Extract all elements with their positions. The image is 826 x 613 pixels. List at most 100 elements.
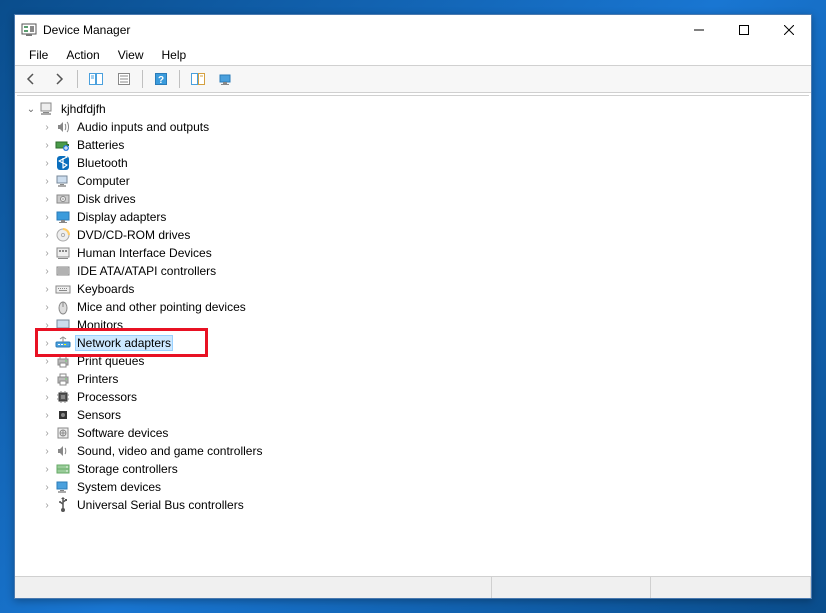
collapse-icon[interactable]: ⌄ — [23, 104, 39, 115]
tree-item-label: Disk drives — [75, 192, 138, 206]
properties-button[interactable] — [112, 68, 136, 90]
expand-icon[interactable]: › — [39, 122, 55, 133]
toolbar-separator — [77, 70, 78, 88]
expand-icon[interactable]: › — [39, 374, 55, 385]
sound-icon — [55, 443, 71, 459]
expand-icon[interactable]: › — [39, 428, 55, 439]
expand-icon[interactable]: › — [39, 302, 55, 313]
hid-icon — [55, 245, 71, 261]
tree-item-label: Universal Serial Bus controllers — [75, 498, 246, 512]
status-cell — [15, 577, 492, 598]
expand-icon[interactable]: › — [39, 176, 55, 187]
tree-item-printer[interactable]: ›Print queues — [39, 352, 803, 370]
toolbar-separator — [142, 70, 143, 88]
status-cell — [651, 577, 811, 598]
tree-item-network[interactable]: ›Network adapters — [39, 334, 173, 352]
tree-item-label: Bluetooth — [75, 156, 130, 170]
tree-root-node[interactable]: ⌄ kjhdfdjfh — [23, 100, 803, 118]
software-icon — [55, 425, 71, 441]
expand-icon[interactable]: › — [39, 482, 55, 493]
mouse-icon — [55, 299, 71, 315]
devices-button[interactable] — [214, 68, 238, 90]
window-controls — [676, 15, 811, 45]
help-button[interactable]: ? — [149, 68, 173, 90]
expand-icon[interactable]: › — [39, 464, 55, 475]
tree-item-monitor[interactable]: ›Monitors — [39, 316, 803, 334]
device-tree[interactable]: ⌄ kjhdfdjfh › Audio inputs and outputs › Ba… — [17, 95, 809, 574]
dvd-icon — [55, 227, 71, 243]
tree-item-system[interactable]: ›System devices — [39, 478, 803, 496]
tree-item-hid[interactable]: › Human Interface Devices — [39, 244, 803, 262]
expand-icon[interactable]: › — [39, 356, 55, 367]
tree-item-label: Audio inputs and outputs — [75, 120, 211, 134]
expand-icon[interactable]: › — [39, 194, 55, 205]
tree-item-usb[interactable]: › Universal Serial Bus controllers — [39, 496, 803, 514]
network-icon — [55, 335, 71, 351]
tree-item-dvd[interactable]: › DVD/CD-ROM drives — [39, 226, 803, 244]
tree-item-speaker[interactable]: › Audio inputs and outputs — [39, 118, 803, 136]
toolbar: ? — [15, 65, 811, 93]
tree-item-sensor[interactable]: › Sensors — [39, 406, 803, 424]
expand-icon[interactable]: › — [39, 266, 55, 277]
minimize-button[interactable] — [676, 15, 721, 45]
tree-item-label: Software devices — [75, 426, 170, 440]
expand-icon[interactable]: › — [39, 338, 55, 349]
sensor-icon — [55, 407, 71, 423]
expand-icon[interactable]: › — [39, 500, 55, 511]
annotation-highlight: ›Network adapters — [39, 334, 173, 352]
expand-icon[interactable]: › — [39, 410, 55, 421]
expand-icon[interactable]: › — [39, 320, 55, 331]
tree-item-label: Human Interface Devices — [75, 246, 214, 260]
menu-file[interactable]: File — [21, 46, 56, 64]
forward-button[interactable] — [47, 68, 71, 90]
tree-item-storage[interactable]: ›Storage controllers — [39, 460, 803, 478]
storage-icon — [55, 461, 71, 477]
tree-item-disk[interactable]: › Disk drives — [39, 190, 803, 208]
tree-item-computer[interactable]: › Computer — [39, 172, 803, 190]
menu-view[interactable]: View — [110, 46, 152, 64]
expand-icon[interactable]: › — [39, 284, 55, 295]
tree-item-label: Sensors — [75, 408, 123, 422]
statusbar — [15, 576, 811, 598]
expand-icon[interactable]: › — [39, 230, 55, 241]
close-button[interactable] — [766, 15, 811, 45]
bluetooth-icon — [55, 155, 71, 171]
cpu-icon — [55, 389, 71, 405]
tree-item-label: Computer — [75, 174, 132, 188]
expand-icon[interactable]: › — [39, 446, 55, 457]
usb-icon — [55, 497, 71, 513]
tree-item-mouse[interactable]: › Mice and other pointing devices — [39, 298, 803, 316]
show-hide-console-button[interactable] — [84, 68, 108, 90]
tree-item-battery[interactable]: › Batteries — [39, 136, 803, 154]
menu-action[interactable]: Action — [58, 46, 107, 64]
window-title: Device Manager — [43, 23, 676, 37]
status-cell — [492, 577, 652, 598]
tree-item-software[interactable]: › Software devices — [39, 424, 803, 442]
tree-item-bluetooth[interactable]: › Bluetooth — [39, 154, 803, 172]
tree-item-keyboard[interactable]: ›Keyboards — [39, 280, 803, 298]
expand-icon[interactable]: › — [39, 158, 55, 169]
expand-icon[interactable]: › — [39, 392, 55, 403]
tree-item-ide[interactable]: ›IDE ATA/ATAPI controllers — [39, 262, 803, 280]
tree-item-sound[interactable]: › Sound, video and game controllers — [39, 442, 803, 460]
tree-item-label: DVD/CD-ROM drives — [75, 228, 192, 242]
toolbar-separator — [179, 70, 180, 88]
tree-item-label: Processors — [75, 390, 139, 404]
maximize-button[interactable] — [721, 15, 766, 45]
tree-item-display[interactable]: ›Display adapters — [39, 208, 803, 226]
battery-icon — [55, 137, 71, 153]
tree-item-label: Sound, video and game controllers — [75, 444, 264, 458]
menu-help[interactable]: Help — [154, 46, 195, 64]
tree-item-label: Batteries — [75, 138, 126, 152]
back-button[interactable] — [19, 68, 43, 90]
expand-icon[interactable]: › — [39, 212, 55, 223]
tree-item-label: Printers — [75, 372, 120, 386]
expand-icon[interactable]: › — [39, 140, 55, 151]
tree-item-printer[interactable]: › Printers — [39, 370, 803, 388]
tree-item-label: Mice and other pointing devices — [75, 300, 248, 314]
scan-hardware-button[interactable] — [186, 68, 210, 90]
expand-icon[interactable]: › — [39, 248, 55, 259]
svg-text:?: ? — [158, 75, 164, 86]
printer-icon — [55, 353, 71, 369]
tree-item-cpu[interactable]: › Processors — [39, 388, 803, 406]
